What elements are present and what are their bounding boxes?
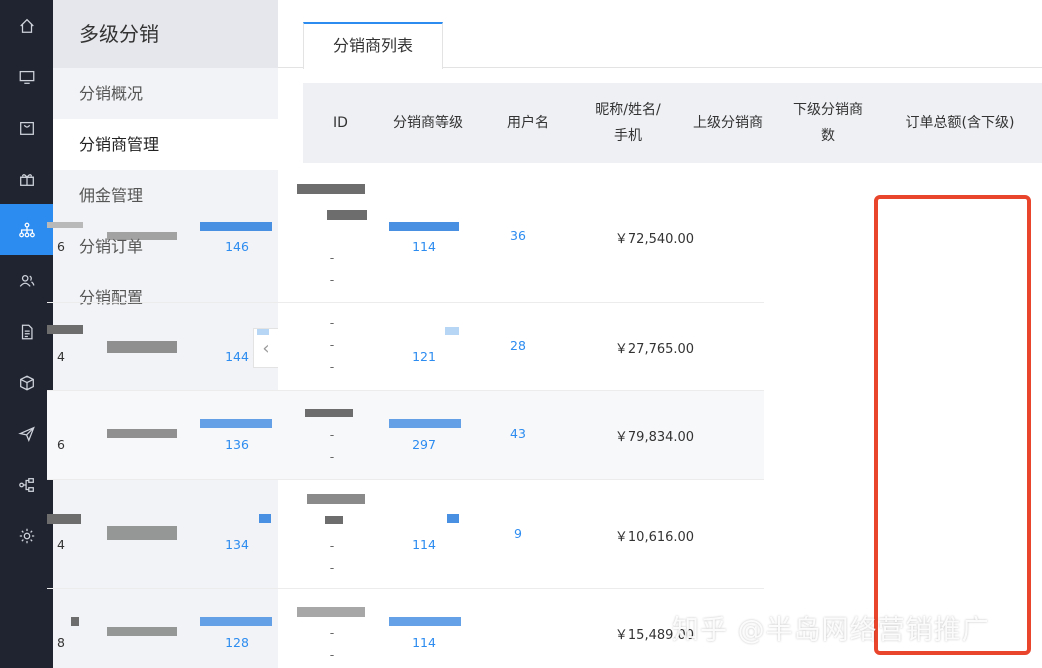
cell-order-total: ￥79,834.00 [614, 430, 695, 445]
icon-rail [0, 0, 53, 668]
cell-superior[interactable]: 121 [384, 349, 464, 364]
header-subordinates: 下级分销商 数 [778, 83, 878, 163]
table-row[interactable]: 4 134 - - 114 9 ￥10,616.00 [47, 480, 764, 589]
cell-nickname-line: - [329, 427, 335, 442]
blurred-superior [389, 222, 459, 231]
table-row[interactable]: 4 144 - - - 121 28 ￥27,765.00 [47, 303, 764, 391]
cell-nickname-line: - [329, 647, 335, 662]
header-nickname-line1: 昵称/姓名/ [595, 102, 661, 118]
header-order-total: 订单总额(含下级) [905, 115, 1015, 131]
cell-superior[interactable]: 114 [384, 537, 464, 552]
send-icon[interactable] [0, 408, 53, 459]
header-username: 用户名 [507, 115, 549, 131]
sidebar-item-distributor-management[interactable]: 分销商管理 [53, 119, 278, 170]
cell-nickname-line: - [329, 315, 335, 330]
gear-icon[interactable] [0, 510, 53, 561]
highlight-box [874, 195, 1031, 655]
cell-nickname-line: - [329, 625, 335, 640]
tab-distributor-list[interactable]: 分销商列表 [303, 22, 443, 69]
blurred-text [47, 514, 81, 524]
document-icon[interactable] [0, 306, 53, 357]
blurred-nickname [307, 494, 365, 504]
blurred-avatar [259, 514, 271, 523]
cell-superior[interactable]: 114 [384, 239, 464, 254]
cell-nickname-line: - [329, 449, 335, 464]
box-icon[interactable] [0, 357, 53, 408]
blurred-level [107, 627, 177, 636]
blurred-level [107, 232, 177, 240]
table-row[interactable]: 8 128 - - 114 ￥15,489.00 [47, 589, 764, 668]
blurred-avatar [200, 222, 272, 231]
cell-id: 8 [57, 635, 65, 650]
cell-subordinates[interactable]: 9 [484, 526, 552, 541]
sidebar-title: 多级分销 [53, 0, 278, 68]
header-nickname-line2: 手机 [614, 128, 642, 144]
cell-order-total: ￥72,540.00 [614, 232, 695, 247]
cell-id: 4 [57, 537, 65, 552]
cell-order-total: ￥27,765.00 [614, 342, 695, 357]
cell-subordinates[interactable]: 36 [484, 228, 552, 243]
blurred-text [47, 222, 83, 228]
blurred-superior [389, 419, 461, 428]
blurred-nickname [325, 516, 343, 524]
blurred-text [47, 325, 83, 334]
cell-id: 6 [57, 437, 65, 452]
cell-nickname-line: - [329, 538, 335, 553]
bag-icon[interactable] [0, 102, 53, 153]
blurred-level [107, 429, 177, 438]
header-superior: 上级分销商 [693, 115, 763, 131]
gift-icon[interactable] [0, 153, 53, 204]
table-row[interactable]: 6 136 - - 297 43 ￥79,834.00 [47, 391, 764, 480]
table-row[interactable]: 6 146 - - 114 36 ￥72,540.00 [47, 170, 764, 303]
cell-order-total: ￥10,616.00 [614, 530, 695, 545]
blurred-avatar [257, 329, 269, 335]
blurred-superior [389, 617, 461, 626]
blurred-superior [445, 327, 459, 335]
cell-nickname-line: - [329, 272, 335, 287]
network-icon[interactable] [0, 204, 53, 255]
cell-id: 4 [57, 349, 65, 364]
watermark: 知乎 @半岛网络营销推广 [672, 615, 990, 646]
cell-subordinates[interactable]: 43 [484, 426, 552, 441]
header-id: ID [333, 115, 348, 131]
cell-username[interactable]: 134 [197, 537, 277, 552]
blurred-level [107, 526, 177, 540]
cell-nickname-line: - [329, 250, 335, 265]
flow-icon[interactable] [0, 459, 53, 510]
home-icon[interactable] [0, 0, 53, 51]
cell-subordinates[interactable]: 28 [484, 338, 552, 353]
tab-bar: 分销商列表 [278, 0, 1042, 69]
header-subordinates-line1: 下级分销商 [793, 102, 863, 118]
blurred-text [71, 617, 79, 626]
blurred-nickname [327, 210, 367, 220]
cell-username[interactable]: 128 [197, 635, 277, 650]
cell-username[interactable]: 144 [197, 349, 277, 364]
table-header: ID 分销商等级 用户名 昵称/姓名/ 手机 上级分销商 下级分销商 数 订单总… [303, 83, 1042, 163]
blurred-nickname [305, 409, 353, 417]
header-subordinates-line2: 数 [821, 128, 835, 144]
cell-username[interactable]: 136 [197, 437, 277, 452]
users-icon[interactable] [0, 255, 53, 306]
cell-nickname-line: - [329, 359, 335, 374]
blurred-level [107, 341, 177, 353]
blurred-superior [447, 514, 459, 523]
cell-superior[interactable]: 297 [384, 437, 464, 452]
monitor-icon[interactable] [0, 51, 53, 102]
blurred-nickname [297, 607, 365, 617]
cell-nickname-line: - [329, 337, 335, 352]
sidebar-item-overview[interactable]: 分销概况 [53, 68, 278, 119]
cell-username[interactable]: 146 [197, 239, 277, 254]
blurred-avatar [200, 419, 272, 428]
header-level: 分销商等级 [393, 115, 463, 131]
blurred-avatar [200, 617, 272, 626]
blurred-nickname [297, 184, 365, 194]
header-nickname: 昵称/姓名/ 手机 [578, 83, 678, 163]
cell-id: 6 [57, 239, 65, 254]
cell-nickname-line: - [329, 560, 335, 575]
cell-superior[interactable]: 114 [384, 635, 464, 650]
